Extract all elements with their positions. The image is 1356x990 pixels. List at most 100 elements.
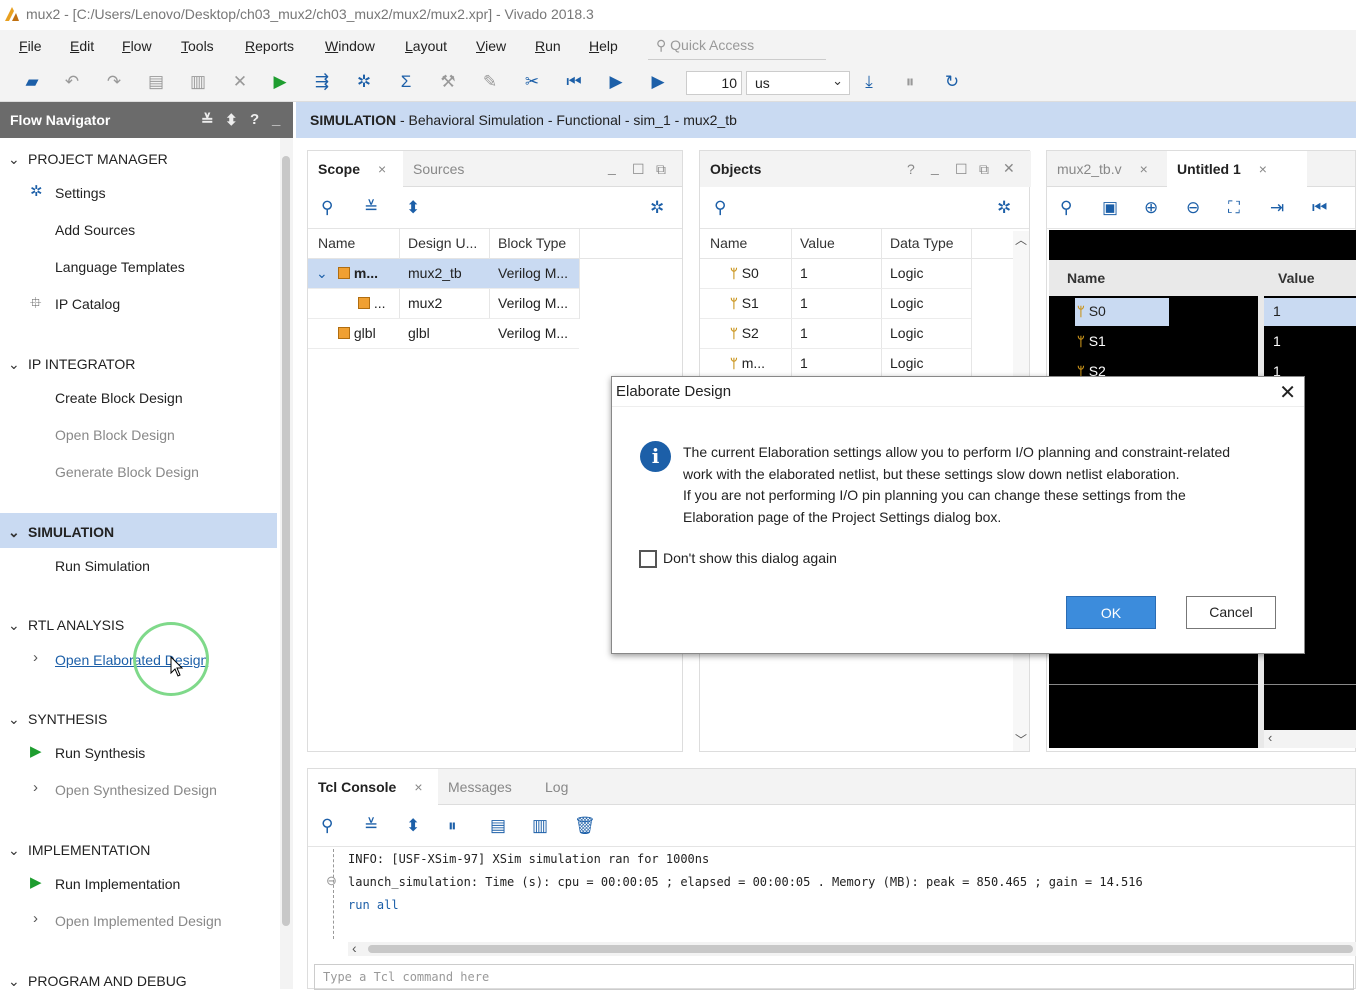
close-icon[interactable]: × — [378, 161, 386, 177]
tab-tcl-console[interactable]: Tcl Console × — [308, 769, 438, 805]
table-row[interactable]: ᛘ S1 1 Logic — [700, 289, 971, 319]
chevron-left-icon[interactable]: ‹ — [352, 940, 357, 956]
collapse-all-icon[interactable]: ≚ — [364, 198, 378, 218]
zoom-in-icon[interactable]: ⊕ — [1144, 198, 1158, 218]
tab-scope[interactable]: Scope × — [308, 151, 403, 187]
cancel-button[interactable]: Cancel — [1186, 596, 1276, 629]
scrollbar-thumb[interactable] — [282, 156, 290, 926]
menu-layout[interactable]: Layout — [405, 38, 447, 54]
undo-icon[interactable]: ↶ — [62, 72, 82, 92]
close-icon[interactable]: ✕ — [1279, 380, 1296, 405]
chevron-down-icon[interactable]: ⌄ — [316, 265, 328, 282]
expand-all-icon[interactable]: ⬍ — [406, 198, 420, 218]
nav-create-block-design[interactable]: Create Block Design — [55, 390, 183, 406]
section-rtl-analysis[interactable]: ⌄ RTL ANALYSIS — [8, 617, 124, 634]
run-icon[interactable]: ▶ — [270, 72, 290, 92]
menu-flow[interactable]: Flow — [122, 38, 152, 54]
table-view-icon[interactable]: ▥ — [532, 816, 548, 836]
ok-button[interactable]: OK — [1066, 596, 1156, 629]
gear-icon[interactable]: ✲ — [650, 198, 664, 218]
section-simulation[interactable]: ⌄ SIMULATION — [8, 524, 114, 541]
collapse-all-icon[interactable]: ≚ — [364, 816, 378, 836]
program-device-icon[interactable]: ⇶ — [312, 72, 332, 92]
col-design-unit[interactable]: Design U... — [408, 235, 477, 251]
section-program-and-debug[interactable]: ⌄ PROGRAM AND DEBUG — [8, 973, 187, 990]
collapse-all-icon[interactable]: ≚ — [201, 111, 214, 129]
search-icon[interactable]: ⚲ — [1060, 198, 1072, 218]
search-icon[interactable]: ⚲ — [714, 198, 726, 218]
close-icon[interactable]: × — [414, 779, 422, 795]
nav-open-block-design[interactable]: Open Block Design — [55, 427, 175, 443]
section-synthesis[interactable]: ⌄ SYNTHESIS — [8, 711, 107, 728]
section-project-manager[interactable]: ⌄ PROJECT MANAGER — [8, 151, 168, 168]
dont-show-again-label[interactable]: Don't show this dialog again — [663, 550, 837, 566]
section-implementation[interactable]: ⌄ IMPLEMENTATION — [8, 842, 150, 859]
redo-icon[interactable]: ↷ — [104, 72, 124, 92]
tab-mux2-tb-v[interactable]: mux2_tb.v × — [1047, 151, 1167, 187]
nav-run-simulation[interactable]: Run Simulation — [55, 558, 150, 574]
minimize-icon[interactable]: _ — [608, 159, 616, 175]
chevron-down-icon[interactable]: ﹀ — [1015, 731, 1027, 748]
expand-all-icon[interactable]: ⬍ — [225, 111, 238, 129]
minimize-icon[interactable]: _ — [931, 159, 939, 175]
minimize-icon[interactable]: _ — [272, 111, 280, 128]
time-unit-select[interactable]: us ⌄ — [746, 71, 850, 95]
chevron-right-icon[interactable]: › — [33, 649, 38, 666]
float-icon[interactable]: ⧉ — [656, 161, 666, 178]
run-all-icon[interactable]: ▶ — [606, 72, 626, 92]
menu-run[interactable]: Run — [535, 38, 561, 54]
menu-help[interactable]: Help — [589, 38, 618, 54]
pause-output-icon[interactable]: ⏸ — [448, 816, 457, 836]
relaunch-icon[interactable]: ↻ — [942, 72, 962, 92]
menu-reports[interactable]: Reports — [245, 38, 294, 54]
zoom-fit-icon[interactable]: ⛶ — [1228, 198, 1240, 218]
section-ip-integrator[interactable]: ⌄ IP INTEGRATOR — [8, 356, 135, 373]
col-name[interactable]: Name — [1067, 270, 1105, 286]
menu-view[interactable]: View — [476, 38, 506, 54]
chevron-up-icon[interactable]: ︿ — [1015, 231, 1027, 248]
gear-icon[interactable]: ✲ — [997, 198, 1011, 218]
console-hscrollbar[interactable]: ‹ — [348, 940, 1356, 956]
table-row[interactable]: ᛘ S2 1 Logic — [700, 319, 971, 349]
nav-open-synthesized-design[interactable]: Open Synthesized Design — [55, 782, 217, 798]
close-icon[interactable]: × — [1259, 161, 1267, 177]
search-icon[interactable]: ⚲ — [321, 198, 333, 218]
open-project-icon[interactable]: ▰ — [22, 72, 42, 92]
nav-open-implemented-design[interactable]: Open Implemented Design — [55, 913, 222, 929]
table-row[interactable]: ᛘ S0 1 Logic — [700, 259, 971, 289]
go-to-cursor-icon[interactable]: ⇥ — [1270, 198, 1284, 218]
help-icon[interactable]: ? — [907, 161, 915, 177]
table-row[interactable]: ⌄ m... mux2_tb Verilog M... — [308, 259, 579, 289]
col-data-type[interactable]: Data Type — [890, 235, 954, 251]
tab-log[interactable]: Log — [535, 769, 578, 805]
col-block-type[interactable]: Block Type — [498, 235, 566, 251]
chevron-right-icon[interactable]: › — [33, 779, 38, 796]
auto-connect-icon[interactable]: ⚒ — [438, 72, 458, 92]
go-to-start-icon[interactable]: ⏮ — [1312, 198, 1327, 218]
nav-language-templates[interactable]: Language Templates — [55, 259, 185, 275]
maximize-icon[interactable]: ☐ — [632, 161, 645, 178]
tab-sources[interactable]: Sources — [403, 151, 474, 187]
help-icon[interactable]: ? — [250, 111, 259, 128]
menu-tools[interactable]: Tools — [181, 38, 214, 54]
wave-hscrollbar[interactable]: ‹ — [1264, 730, 1356, 748]
nav-add-sources[interactable]: Add Sources — [55, 222, 135, 238]
copy-log-icon[interactable]: ▤ — [490, 816, 506, 836]
tools-icon[interactable]: ✂ — [522, 72, 542, 92]
restart-icon[interactable]: ⏮ — [564, 72, 584, 92]
zoom-out-icon[interactable]: ⊖ — [1186, 198, 1200, 218]
close-icon[interactable]: × — [1140, 161, 1148, 177]
nav-run-synthesis[interactable]: Run Synthesis — [55, 745, 145, 761]
tab-untitled-1[interactable]: Untitled 1 × — [1167, 151, 1307, 187]
close-icon[interactable]: ✕ — [1003, 160, 1015, 177]
float-icon[interactable]: ⧉ — [979, 161, 989, 178]
clear-trash-icon[interactable]: 🗑 — [574, 816, 596, 836]
nav-run-implementation[interactable]: Run Implementation — [55, 876, 180, 892]
nav-ip-catalog[interactable]: IP Catalog — [55, 296, 120, 312]
col-name[interactable]: Name — [710, 235, 747, 251]
settings-gear-icon[interactable]: ✲ — [354, 72, 374, 92]
chevron-right-icon[interactable]: › — [33, 910, 38, 927]
chevron-left-icon[interactable]: ‹ — [1268, 730, 1272, 745]
copy-icon[interactable]: ▤ — [146, 72, 166, 92]
quick-access-input[interactable]: ⚲ Quick Access — [648, 34, 826, 60]
